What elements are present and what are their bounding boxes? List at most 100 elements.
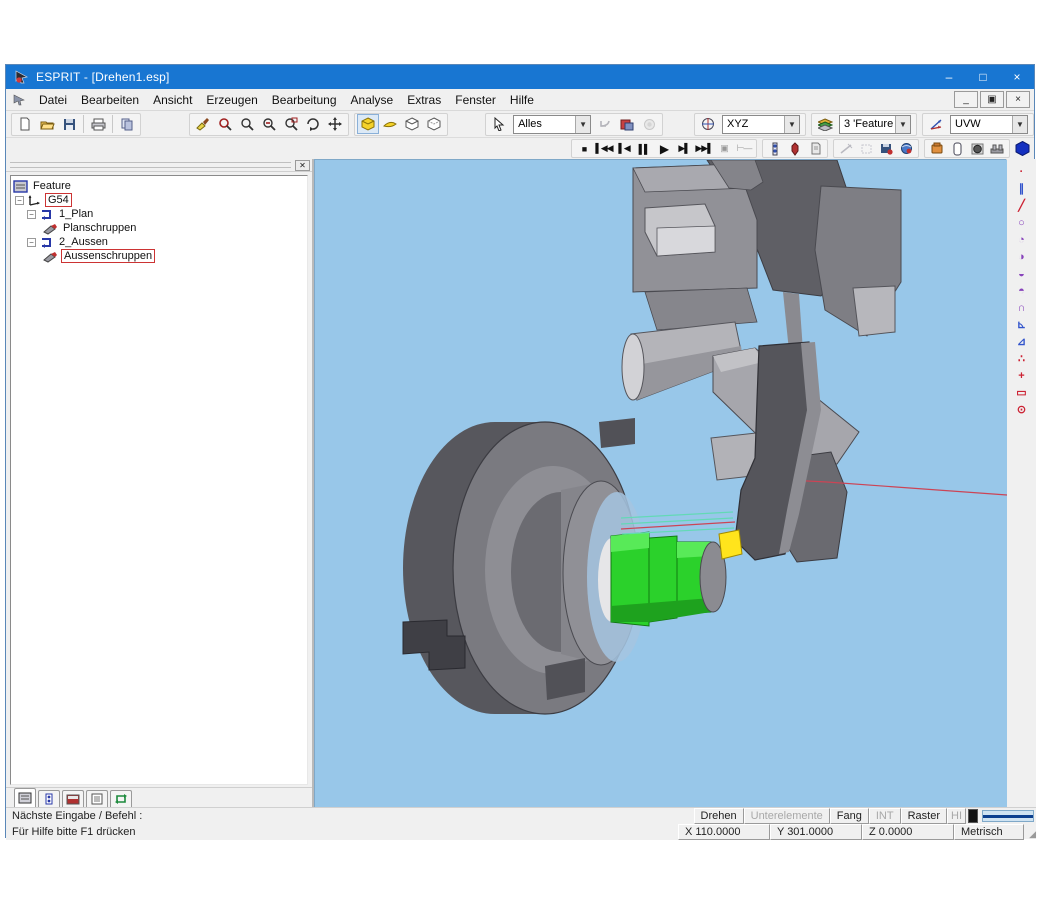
hidden-line-cube-icon[interactable]	[423, 114, 445, 134]
fillet-icon[interactable]: ⊾	[1011, 316, 1033, 333]
circle-half-icon[interactable]: ◑	[1011, 248, 1033, 265]
panel-drag-grip[interactable]	[10, 162, 291, 168]
ghost-box-icon[interactable]	[856, 140, 876, 157]
operations-tab[interactable]	[62, 790, 84, 807]
mode-toggle-raster[interactable]: Raster	[901, 808, 947, 824]
simulation-speed-slider[interactable]	[982, 810, 1034, 822]
workplane-icon[interactable]	[697, 114, 719, 134]
mode-toggle-hi[interactable]: HI	[947, 808, 966, 824]
chamfer-icon[interactable]: ⊿	[1011, 333, 1033, 350]
spindle-tool-icon[interactable]	[785, 140, 805, 157]
print-icon[interactable]	[87, 114, 109, 134]
sphere-view-icon[interactable]	[896, 140, 916, 157]
save-state-icon[interactable]	[876, 140, 896, 157]
mode-toggle-drehen[interactable]: Drehen	[694, 808, 744, 824]
rewind-button[interactable]: ▌◀◀	[594, 140, 614, 157]
undo-icon[interactable]	[594, 114, 616, 134]
shaded-solid-icon[interactable]	[357, 114, 379, 134]
arc-icon[interactable]: ∩	[1011, 299, 1033, 316]
circle-quadrant-icon[interactable]: ◔	[1011, 231, 1033, 248]
menu-fenster[interactable]: Fenster	[448, 91, 503, 109]
workplane-combo[interactable]: XYZ ▼	[722, 115, 800, 134]
mdi-restore-button[interactable]: ▣	[980, 91, 1004, 108]
vise-icon[interactable]	[987, 140, 1007, 157]
menu-bearbeiten[interactable]: Bearbeiten	[74, 91, 146, 109]
circle-bottom-icon[interactable]: ◒	[1011, 265, 1033, 282]
axes-combo[interactable]: UVW ▼	[950, 115, 1028, 134]
pause-button[interactable]: ▌▌	[634, 140, 654, 157]
rotate-view-icon[interactable]	[302, 114, 324, 134]
shaded-swoosh-icon[interactable]	[379, 114, 401, 134]
pan-icon[interactable]	[324, 114, 346, 134]
mask-icon[interactable]	[616, 114, 638, 134]
record-icon[interactable]	[638, 114, 660, 134]
mode-toggle-int[interactable]: INT	[869, 808, 901, 824]
select-cursor-icon[interactable]	[488, 114, 510, 134]
chevron-down-icon[interactable]: ▼	[784, 116, 799, 133]
line-icon[interactable]: ╱	[1011, 197, 1033, 214]
tree-row-feature[interactable]: Feature	[13, 179, 305, 193]
measure-icon[interactable]	[836, 140, 856, 157]
stop-button[interactable]: ■	[574, 140, 594, 157]
bolt-circle-icon[interactable]: ⊙	[1011, 401, 1033, 418]
selection-filter-combo[interactable]: Alles ▼	[513, 115, 591, 134]
mdi-close-button[interactable]: ×	[1006, 91, 1030, 108]
tree-expander-icon[interactable]: −	[27, 238, 36, 247]
chevron-down-icon[interactable]: ▼	[895, 116, 910, 133]
mdi-minimize-button[interactable]: _	[954, 91, 978, 108]
tools-tab[interactable]	[38, 790, 60, 807]
open-file-icon[interactable]	[36, 114, 58, 134]
menu-extras[interactable]: Extras	[400, 91, 448, 109]
speed-marker[interactable]	[968, 809, 978, 823]
clamp-icon[interactable]	[765, 140, 785, 157]
loop-button[interactable]: ▣	[714, 140, 734, 157]
tree-row-planschruppen[interactable]: Planschruppen	[13, 221, 305, 235]
cross-icon[interactable]: +	[1011, 367, 1033, 384]
properties-tab[interactable]	[86, 790, 108, 807]
menu-analyse[interactable]: Analyse	[344, 91, 401, 109]
redraw-brush-icon[interactable]	[192, 114, 214, 134]
panel-close-icon[interactable]: ✕	[295, 160, 310, 171]
parallel-lines-icon[interactable]: ∥	[1011, 180, 1033, 197]
chevron-down-icon[interactable]: ▼	[575, 116, 590, 133]
menu-ansicht[interactable]: Ansicht	[146, 91, 199, 109]
menu-hilfe[interactable]: Hilfe	[503, 91, 541, 109]
tree-row-aussen[interactable]: − 2_Aussen	[13, 235, 305, 249]
stock-icon[interactable]	[927, 140, 947, 157]
zoom-window-icon[interactable]	[280, 114, 302, 134]
graphics-viewport[interactable]	[314, 159, 1006, 807]
chevron-down-icon[interactable]: ▼	[1012, 116, 1027, 133]
mode-toggle-unterelemente[interactable]: Unterelemente	[744, 808, 830, 824]
save-icon[interactable]	[58, 114, 80, 134]
tree-row-aussenschruppen[interactable]: Aussenschruppen	[13, 249, 305, 263]
tree-row-plan[interactable]: − 1_Plan	[13, 207, 305, 221]
solid-hexagon-icon[interactable]	[1012, 140, 1032, 157]
layers-icon[interactable]	[814, 114, 836, 134]
step-back-button[interactable]: ▌◀	[614, 140, 634, 157]
chuck-ball-icon[interactable]	[967, 140, 987, 157]
tree-expander-icon[interactable]: −	[27, 210, 36, 219]
step-forward-button[interactable]: ▶▌	[674, 140, 694, 157]
circle-icon[interactable]: ○	[1011, 214, 1033, 231]
part-icon[interactable]	[947, 140, 967, 157]
menu-bearbeitung[interactable]: Bearbeitung	[265, 91, 344, 109]
document-menu-icon[interactable]	[12, 93, 28, 107]
wireframe-cube-icon[interactable]	[401, 114, 423, 134]
copy-icon[interactable]	[116, 114, 138, 134]
new-file-icon[interactable]	[14, 114, 36, 134]
tree-row-g54[interactable]: − G54	[13, 193, 305, 207]
point-pattern-icon[interactable]: ∴	[1011, 350, 1033, 367]
play-button[interactable]: ▶	[654, 140, 674, 157]
close-button[interactable]: ×	[1000, 65, 1034, 89]
tree-expander-icon[interactable]: −	[15, 196, 24, 205]
feature-tab[interactable]	[14, 788, 36, 807]
menu-datei[interactable]: Datei	[32, 91, 74, 109]
rectangle-icon[interactable]: ▭	[1011, 384, 1033, 401]
probe-lever-button[interactable]: ⊢—	[734, 140, 754, 157]
zoom-icon[interactable]	[236, 114, 258, 134]
point-icon[interactable]: ·	[1011, 163, 1033, 180]
minimize-button[interactable]: –	[932, 65, 966, 89]
zoom-out-icon[interactable]	[258, 114, 280, 134]
mode-toggle-fang[interactable]: Fang	[830, 808, 869, 824]
resize-grip[interactable]: ◢	[1024, 824, 1036, 840]
